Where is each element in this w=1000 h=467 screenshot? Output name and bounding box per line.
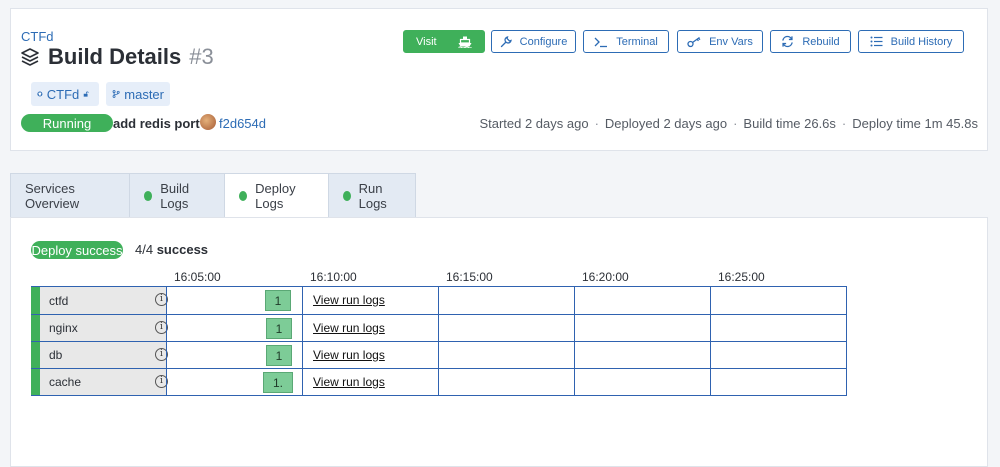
tab-services-overview[interactable]: Services Overview (10, 173, 129, 218)
success-dot-icon (144, 190, 153, 201)
refresh-icon (782, 35, 794, 48)
branch-chip-label: master (124, 86, 164, 102)
service-name-label: cache (49, 375, 82, 389)
view-run-logs-link[interactable]: View run logs (313, 293, 385, 307)
tab-label: Build Logs (160, 180, 190, 211)
build-status-badge: Running (21, 114, 113, 132)
deploy-duration-bar[interactable]: 1. (263, 372, 293, 393)
key-icon (687, 36, 701, 47)
build-number: #3 (189, 44, 214, 69)
success-dot-icon (239, 190, 248, 201)
service-name: db i (40, 342, 168, 368)
deploy-timeline: ctfd i 1 View run logs nginx i 1 View ru… (31, 286, 847, 396)
meta-separator: · (733, 116, 738, 131)
visit-button-label: Visit (416, 35, 437, 48)
deploy-duration-bar[interactable]: 1 (266, 345, 292, 366)
timeline-row-cache: cache i 1. View run logs (31, 368, 847, 395)
deploy-count-value: 4/4 (135, 242, 154, 257)
list-icon (870, 36, 883, 47)
service-status-bar (31, 315, 40, 341)
service-name: cache i (40, 369, 168, 395)
timeline-tick: 16:10:00 (310, 270, 357, 284)
terminal-button-label: Terminal (616, 35, 658, 48)
service-name-label: nginx (49, 321, 78, 335)
deployed-text: Deployed 2 days ago (604, 116, 728, 131)
env-vars-button[interactable]: Env Vars (677, 30, 763, 53)
build-history-button-label: Build History (890, 35, 953, 48)
tab-build-logs[interactable]: Build Logs (129, 173, 224, 218)
grid-line (166, 287, 167, 395)
build-time-text: Build time 26.6s (743, 116, 836, 131)
timeline-tick: 16:25:00 (718, 270, 765, 284)
branch-chip[interactable]: master (106, 82, 170, 106)
service-name-label: db (49, 348, 63, 362)
grid-line (302, 287, 303, 395)
branch-icon (112, 90, 120, 98)
repo-chip-label: CTFd (46, 86, 80, 102)
tab-label: Run Logs (358, 180, 387, 211)
visit-button[interactable]: Visit (403, 30, 485, 53)
deploy-duration-bar[interactable]: 1 (265, 290, 291, 311)
github-icon (37, 91, 43, 97)
meta-separator: · (594, 116, 599, 131)
commit-sha-link[interactable]: f2d654d (219, 116, 266, 131)
tab-label: Services Overview (25, 180, 80, 211)
grid-line (574, 287, 575, 395)
configure-button[interactable]: Configure (491, 30, 576, 53)
service-name: nginx i (40, 315, 168, 341)
page-title-row: Build Details #3 (20, 44, 214, 70)
started-text: Started 2 days ago (479, 116, 589, 131)
timeline-row-nginx: nginx i 1 View run logs (31, 314, 847, 341)
timeline-tick: 16:20:00 (582, 270, 629, 284)
env-vars-button-label: Env Vars (709, 35, 753, 48)
project-link[interactable]: CTFd (21, 29, 54, 44)
page-title: Build Details (48, 44, 182, 69)
meta-separator: · (841, 116, 847, 131)
ship-icon (458, 36, 472, 48)
layers-icon (21, 48, 39, 66)
build-history-button[interactable]: Build History (858, 30, 964, 53)
avatar (200, 114, 216, 130)
service-name: ctfd i (40, 287, 168, 314)
rebuild-button[interactable]: Rebuild (770, 30, 851, 53)
log-tabs: Services Overview Build Logs Deploy Logs… (10, 173, 416, 218)
terminal-button[interactable]: Terminal (583, 30, 669, 53)
view-run-logs-link[interactable]: View run logs (313, 348, 385, 362)
success-dot-icon (343, 190, 351, 201)
repo-chip[interactable]: CTFd (31, 82, 99, 106)
commit-message: add redis port (113, 116, 200, 131)
timeline-row-db: db i 1 View run logs (31, 341, 847, 368)
deploy-count-suffix: success (156, 242, 209, 257)
deploy-time-text: Deploy time 1m 45.8s (852, 116, 978, 131)
configure-button-label: Configure (519, 35, 568, 48)
grid-line (438, 287, 439, 395)
deploy-status-badge: Deploy success (31, 241, 123, 259)
service-status-bar (31, 342, 40, 368)
rebuild-button-label: Rebuild (802, 35, 840, 48)
view-run-logs-link[interactable]: View run logs (313, 375, 385, 389)
terminal-icon (594, 37, 608, 47)
grid-line (710, 287, 711, 395)
timeline-tick: 16:05:00 (174, 270, 221, 284)
wrench-icon (500, 35, 512, 47)
unlock-icon (83, 91, 89, 97)
view-run-logs-link[interactable]: View run logs (313, 321, 385, 335)
build-meta: Started 2 days ago · Deployed 2 days ago… (479, 116, 978, 131)
tab-label: Deploy Logs (255, 180, 296, 211)
service-status-bar (31, 287, 40, 314)
timeline-tick: 16:15:00 (446, 270, 493, 284)
deploy-success-count: 4/4 success (135, 242, 208, 257)
tab-deploy-logs[interactable]: Deploy Logs (224, 173, 328, 218)
service-status-bar (31, 369, 40, 395)
timeline-row-ctfd: ctfd i 1 View run logs (31, 287, 847, 314)
deploy-duration-bar[interactable]: 1 (266, 318, 292, 339)
tab-run-logs[interactable]: Run Logs (328, 173, 416, 218)
service-name-label: ctfd (49, 293, 69, 308)
